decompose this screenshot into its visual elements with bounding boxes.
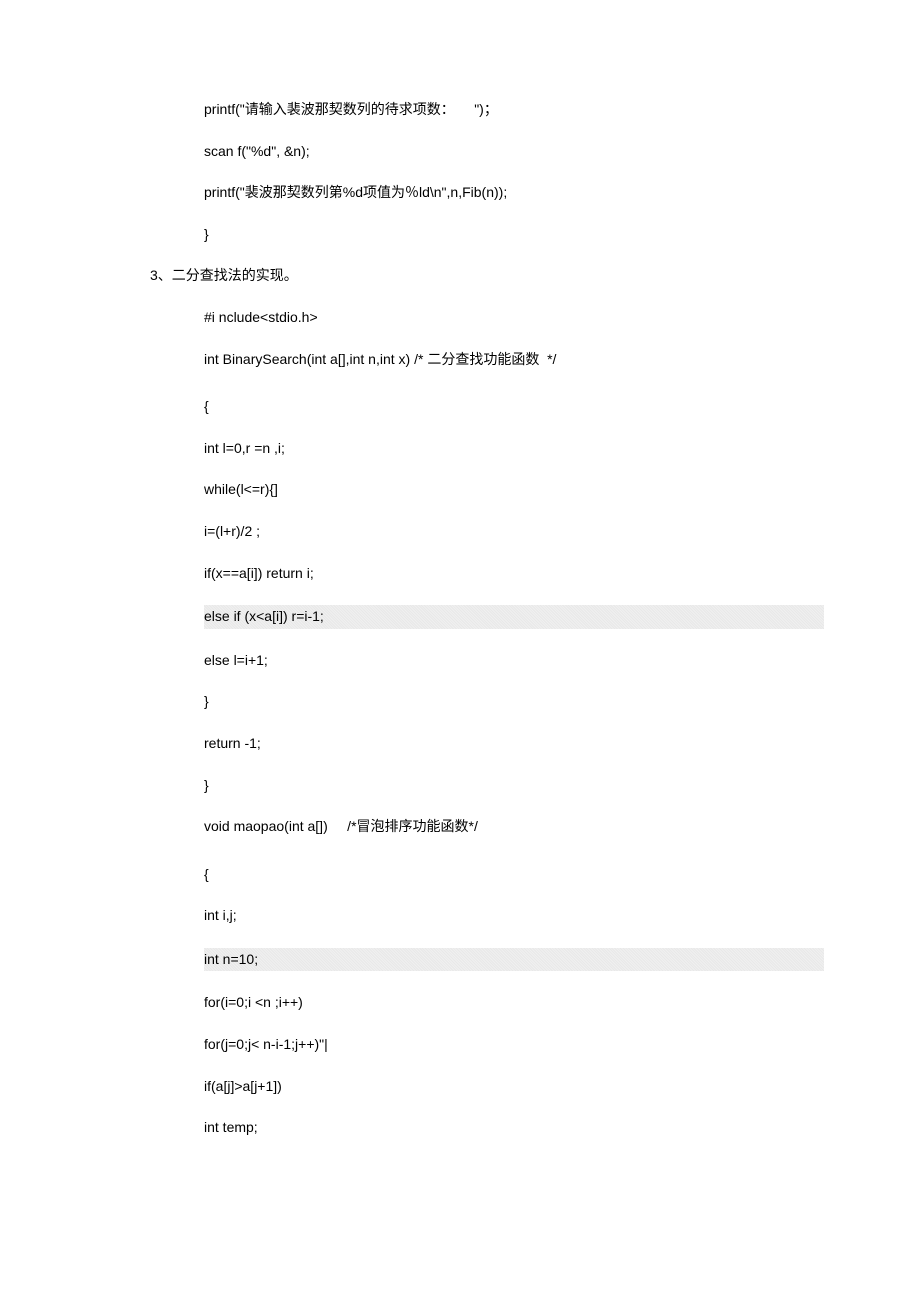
code-line: else l=i+1;	[204, 651, 770, 671]
code-line: if(a[j]>a[j+1])	[204, 1077, 770, 1097]
document-page: printf("请输入裴波那契数列的待求项数： ")； scan f("%d",…	[0, 0, 920, 1240]
code-line: i=(l+r)/2 ;	[204, 522, 770, 542]
code-line-highlighted: else if (x<a[i]) r=i-1;	[204, 605, 824, 629]
code-line: printf("请输入裴波那契数列的待求项数： ")；	[204, 100, 770, 120]
code-line: int l=0,r =n ,i;	[204, 439, 770, 459]
code-line: if(x==a[i]) return i;	[204, 564, 770, 584]
code-line: }	[204, 776, 770, 796]
code-line: printf("裴波那契数列第%d项值为％ld\n",n,Fib(n));	[204, 183, 770, 203]
code-line: }	[204, 225, 770, 245]
code-line: for(j=0;j< n-i-1;j++)"|	[204, 1035, 770, 1055]
code-line: {	[204, 397, 770, 417]
code-line-highlighted: int n=10;	[204, 948, 824, 972]
highlighted-line-wrapper: else if (x<a[i]) r=i-1;	[204, 605, 770, 629]
section-heading: 3、二分查找法的实现。	[150, 266, 770, 286]
code-line: {	[204, 865, 770, 885]
code-line: scan f("%d", &n);	[204, 142, 770, 162]
code-line: int i,j;	[204, 906, 770, 926]
code-line: void maopao(int a[]) /*冒泡排序功能函数*/	[204, 817, 770, 837]
highlighted-line-wrapper: int n=10;	[204, 948, 770, 972]
code-line: }	[204, 692, 770, 712]
code-line: int temp;	[204, 1118, 770, 1138]
code-line: #i nclude<stdio.h>	[204, 308, 770, 328]
code-line: for(i=0;i <n ;i++)	[204, 993, 770, 1013]
code-line: int BinarySearch(int a[],int n,int x) /*…	[204, 350, 770, 370]
code-line: while(l<=r){]	[204, 480, 770, 500]
code-line: return -1;	[204, 734, 770, 754]
